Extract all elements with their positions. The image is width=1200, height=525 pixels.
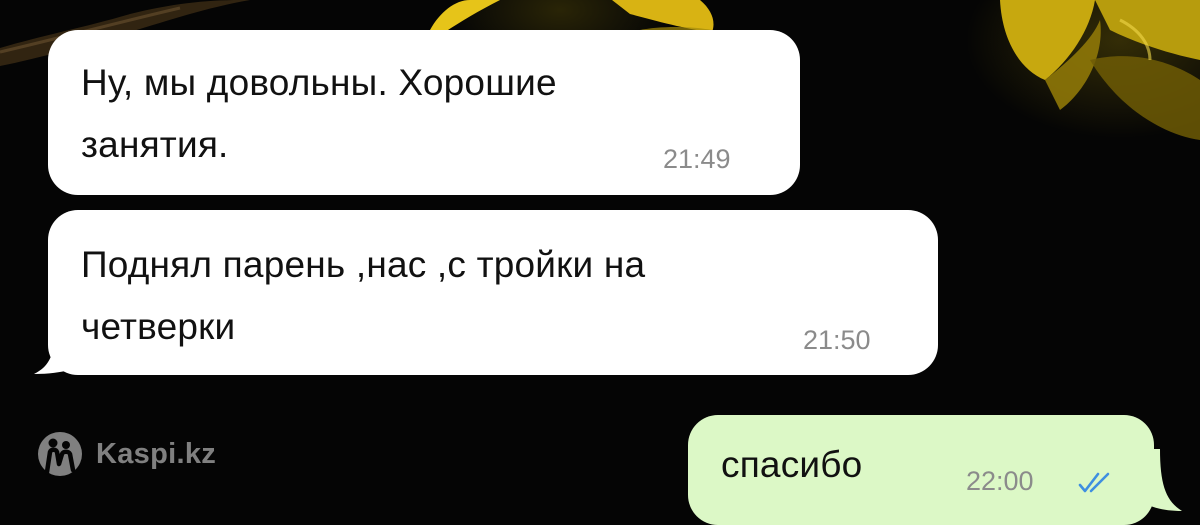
message-text-line: четверки [81,306,236,347]
message-text-line: спасибо [721,444,863,485]
message-text-line: Ну, мы довольны. Хорошие [81,62,557,103]
message-timestamp: 22:00 [966,466,1034,496]
message-bubble-incoming[interactable]: Ну, мы довольны. Хорошие занятия. 21:49 [48,30,800,195]
kaspi-logo-icon [38,432,82,476]
message-text-line: Поднял парень ,нас ,с тройки на [81,244,646,285]
message-timestamp: 21:50 [803,325,871,355]
message-bubble-incoming[interactable]: Поднял парень ,нас ,с тройки на четверки… [48,210,938,375]
message-text-line: занятия. [81,124,229,165]
message-timestamp: 21:49 [663,144,731,174]
kaspi-watermark: Kaspi.kz [36,428,216,480]
message-bubble-outgoing[interactable]: спасибо 22:00 [688,415,1154,525]
double-check-read-icon [1078,472,1110,493]
watermark-text: Kaspi.kz [96,438,217,470]
